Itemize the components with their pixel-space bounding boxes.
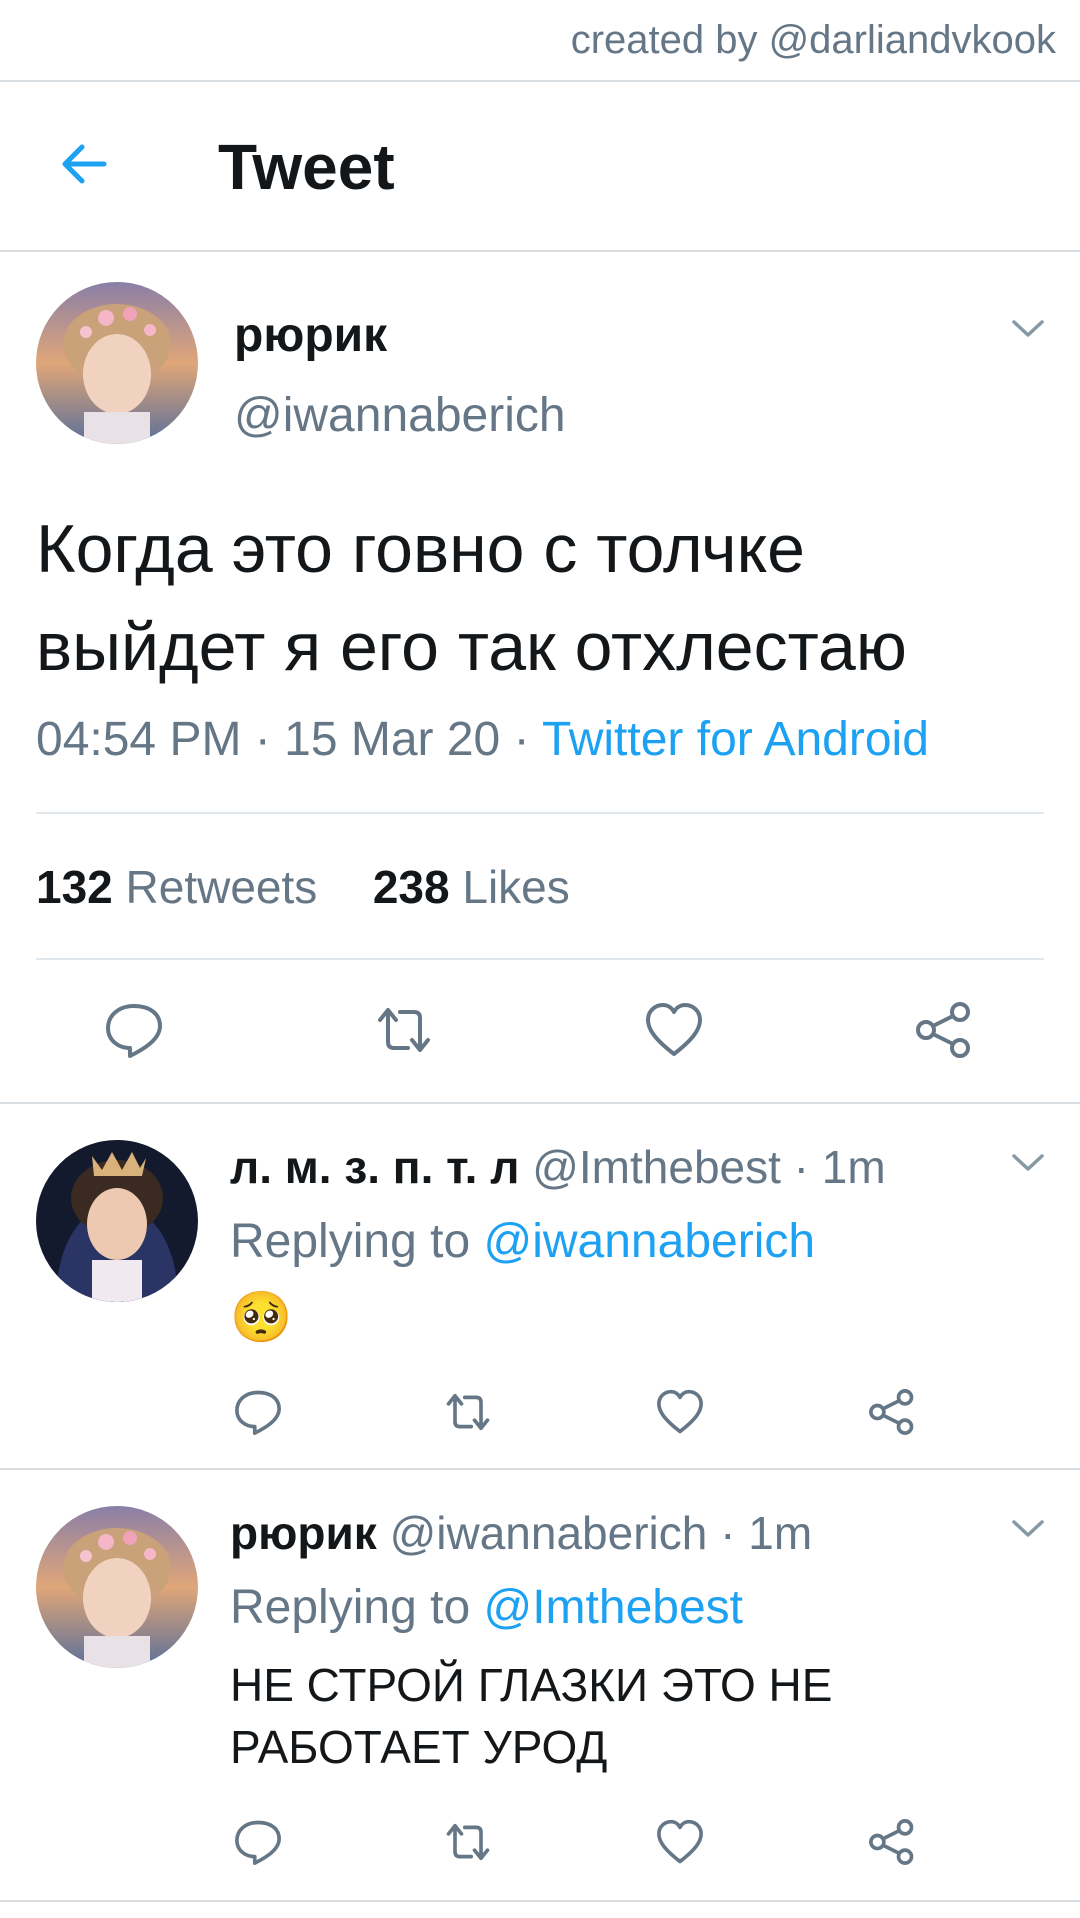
likes-label: Likes <box>462 861 570 913</box>
divider <box>36 812 1044 814</box>
avatar[interactable] <box>36 1140 198 1302</box>
chevron-down-icon[interactable] <box>1008 1508 1048 1548</box>
replying-prefix: Replying to <box>230 1215 471 1268</box>
divider <box>0 250 1080 252</box>
chevron-down-icon[interactable] <box>1008 308 1048 348</box>
retweet-icon[interactable] <box>372 998 436 1062</box>
reply-author-name[interactable]: рюрик <box>230 1507 377 1559</box>
tweet-meta: 04:54 PM · 15 Mar 20 · Twitter for Andro… <box>36 712 929 767</box>
avatar[interactable] <box>36 282 198 444</box>
share-icon[interactable] <box>866 1386 918 1438</box>
reply-author-handle[interactable]: @Imthebest <box>532 1141 781 1193</box>
retweets-label: Retweets <box>125 861 318 913</box>
back-arrow-icon[interactable] <box>52 132 116 196</box>
like-icon[interactable] <box>654 1816 706 1868</box>
avatar[interactable] <box>36 1506 198 1668</box>
share-icon[interactable] <box>866 1816 918 1868</box>
tweet-source-link[interactable]: Twitter for Android <box>542 713 929 766</box>
replying-to-link[interactable]: @iwannaberich <box>483 1215 815 1268</box>
retweets-stat[interactable]: 132 Retweets <box>36 861 317 913</box>
watermark: created by @darliandvkook <box>570 18 1056 62</box>
replying-to-link[interactable]: @Imthebest <box>483 1581 743 1634</box>
replying-to: Replying to @Imthebest <box>230 1580 743 1635</box>
separator: · <box>513 713 543 766</box>
page-title: Tweet <box>218 131 395 203</box>
reply-time: 1m <box>748 1507 813 1559</box>
reply-icon[interactable] <box>232 1816 284 1868</box>
separator: · <box>793 1141 822 1193</box>
reply-time: 1m <box>821 1141 886 1193</box>
like-icon[interactable] <box>642 998 706 1062</box>
separator: · <box>720 1507 749 1559</box>
likes-stat[interactable]: 238 Likes <box>373 861 570 913</box>
like-icon[interactable] <box>654 1386 706 1438</box>
likes-count: 238 <box>372 861 450 913</box>
engagement-stats: 132 Retweets 238 Likes <box>36 860 570 914</box>
author-name[interactable]: рюрик <box>234 308 387 363</box>
top-bar: Tweet <box>0 82 1080 252</box>
tweet-time: 04:54 PM <box>36 713 242 766</box>
reply-icon[interactable] <box>102 998 166 1062</box>
chevron-down-icon[interactable] <box>1008 1142 1048 1182</box>
separator: · <box>254 713 285 766</box>
retweets-count: 132 <box>36 861 113 913</box>
divider <box>0 1468 1080 1470</box>
tweet-date: 15 Mar 20 <box>284 713 501 766</box>
retweet-icon[interactable] <box>442 1386 494 1438</box>
tweet-text: Когда это говно с толчке выйдет я его та… <box>36 511 907 685</box>
divider <box>0 1900 1080 1902</box>
reply-author-name[interactable]: л. м. з. п. т. л <box>230 1141 519 1193</box>
share-icon[interactable] <box>912 998 976 1062</box>
reply-icon[interactable] <box>232 1386 284 1438</box>
divider <box>36 958 1044 960</box>
reply-header: л. м. з. п. т. л @Imthebest · 1m <box>230 1140 886 1194</box>
reply-text: НЕ СТРОЙ ГЛАЗКИ ЭТО НЕ РАБОТАЕТ УРОД <box>230 1659 833 1773</box>
author-handle[interactable]: @iwannaberich <box>234 388 566 443</box>
retweet-icon[interactable] <box>442 1816 494 1868</box>
reply-text: 🥺 <box>230 1289 293 1345</box>
reply-header: рюрик @iwannaberich · 1m <box>230 1506 812 1560</box>
reply-author-handle[interactable]: @iwannaberich <box>390 1507 708 1559</box>
replying-prefix: Replying to <box>230 1581 471 1634</box>
replying-to: Replying to @iwannaberich <box>230 1214 815 1269</box>
divider <box>0 1102 1080 1104</box>
